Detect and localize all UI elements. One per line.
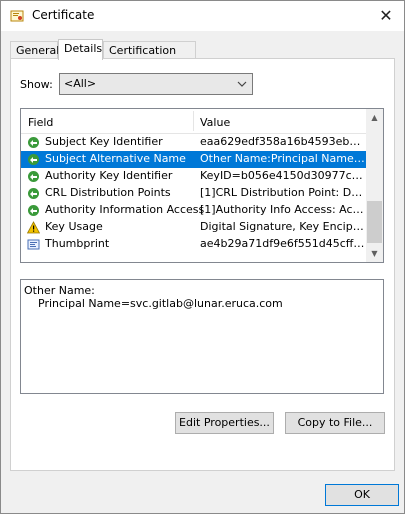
column-header-field[interactable]: Field bbox=[28, 116, 53, 129]
list-header: Field Value bbox=[21, 109, 367, 134]
details-panel: Show: <All> Field Value Subject Key Iden… bbox=[10, 58, 395, 471]
cert-field-icon bbox=[28, 188, 39, 199]
copy-to-file-button[interactable]: Copy to File... bbox=[285, 412, 385, 434]
show-dropdown[interactable]: <All> bbox=[59, 73, 253, 95]
row-value: KeyID=b056e4150d30977cee... bbox=[200, 169, 365, 182]
row-value: eaa629edf358a16b4593eb97... bbox=[200, 135, 365, 148]
field-list[interactable]: Field Value Subject Key Identifier eaa62… bbox=[20, 108, 384, 263]
window-title: Certificate bbox=[32, 8, 95, 22]
cert-field-icon bbox=[28, 171, 39, 182]
close-button[interactable]: ✕ bbox=[368, 1, 404, 31]
tab-general[interactable]: General bbox=[10, 41, 59, 59]
scroll-thumb[interactable] bbox=[367, 201, 382, 243]
list-item[interactable]: CRL Distribution Points [1]CRL Distribut… bbox=[21, 185, 367, 202]
row-value: [1]Authority Info Access: Acc... bbox=[200, 203, 365, 216]
row-field: Subject Alternative Name bbox=[45, 152, 186, 165]
scroll-up-icon[interactable]: ▲ bbox=[366, 109, 383, 126]
row-field: Authority Information Access bbox=[45, 203, 205, 216]
detail-line-1: Other Name: bbox=[24, 284, 95, 297]
list-item[interactable]: Subject Key Identifier eaa629edf358a16b4… bbox=[21, 134, 367, 151]
show-dropdown-value: <All> bbox=[64, 77, 97, 90]
row-field: Thumbprint bbox=[45, 237, 110, 250]
title-bar: Certificate ✕ bbox=[1, 1, 404, 31]
cert-field-icon bbox=[28, 205, 39, 216]
key-usage-warning-icon bbox=[27, 221, 40, 234]
list-item[interactable]: Authority Key Identifier KeyID=b056e4150… bbox=[21, 168, 367, 185]
ok-button[interactable]: OK bbox=[325, 484, 399, 506]
row-field: Subject Key Identifier bbox=[45, 135, 163, 148]
row-value: ae4b29a71df9e6f551d45cff93... bbox=[200, 237, 365, 250]
edit-properties-button[interactable]: Edit Properties... bbox=[175, 412, 274, 434]
column-header-value[interactable]: Value bbox=[200, 116, 230, 129]
list-scrollbar[interactable]: ▲ ▼ bbox=[366, 109, 383, 262]
chevron-down-icon bbox=[237, 81, 247, 87]
row-value: Other Name:Principal Name=s... bbox=[200, 152, 365, 165]
certificate-icon bbox=[10, 10, 24, 22]
certificate-dialog: Certificate ✕ General Details Certificat… bbox=[0, 0, 405, 514]
scroll-down-icon[interactable]: ▼ bbox=[366, 245, 383, 262]
cert-field-icon bbox=[28, 137, 39, 148]
tab-certification-path[interactable]: Certification Path bbox=[103, 41, 196, 74]
column-divider[interactable] bbox=[193, 111, 194, 131]
list-item[interactable]: Thumbprint ae4b29a71df9e6f551d45cff93... bbox=[21, 236, 367, 253]
field-detail-box[interactable]: Other Name: Principal Name=svc.gitlab@lu… bbox=[20, 279, 384, 394]
row-field: Key Usage bbox=[45, 220, 103, 233]
thumbprint-icon bbox=[27, 239, 40, 250]
list-item-selected[interactable]: Subject Alternative Name Other Name:Prin… bbox=[21, 151, 367, 168]
row-value: [1]CRL Distribution Point: Distr... bbox=[200, 186, 365, 199]
row-field: CRL Distribution Points bbox=[45, 186, 171, 199]
row-field: Authority Key Identifier bbox=[45, 169, 173, 182]
list-item[interactable]: Authority Information Access [1]Authorit… bbox=[21, 202, 367, 219]
list-item[interactable]: Key Usage Digital Signature, Key Enciphe… bbox=[21, 219, 367, 236]
close-icon: ✕ bbox=[379, 6, 393, 25]
detail-line-2: Principal Name=svc.gitlab@lunar.eruca.co… bbox=[38, 297, 283, 310]
row-value: Digital Signature, Key Encipher... bbox=[200, 220, 365, 233]
cert-field-icon bbox=[28, 154, 39, 165]
tab-details[interactable]: Details bbox=[58, 39, 103, 60]
show-label: Show: bbox=[20, 78, 53, 91]
